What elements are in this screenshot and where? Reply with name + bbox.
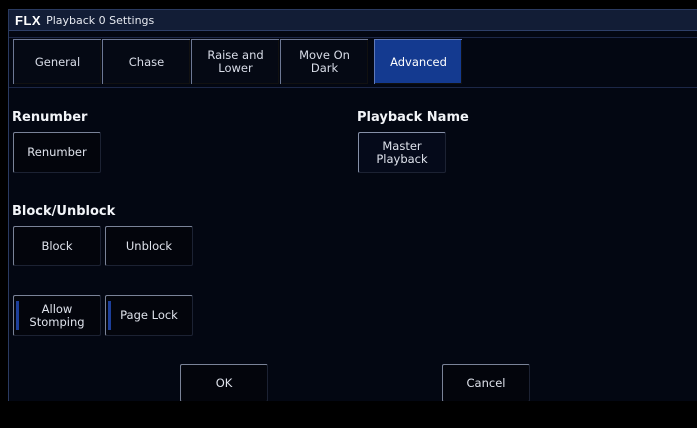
window-title: Playback 0 Settings bbox=[46, 13, 155, 27]
tab-chase[interactable]: Chase bbox=[102, 39, 190, 84]
tab-bar: General Chase Raise and Lower Move On Da… bbox=[9, 37, 697, 88]
unblock-button[interactable]: Unblock bbox=[105, 226, 193, 266]
tab-move-on-dark[interactable]: Move On Dark bbox=[280, 39, 368, 84]
block-button[interactable]: Block bbox=[13, 226, 101, 266]
tab-raise-and-lower[interactable]: Raise and Lower bbox=[191, 39, 279, 84]
allow-stomping-toggle[interactable]: Allow Stomping bbox=[13, 295, 101, 336]
bottom-strip bbox=[0, 401, 697, 428]
cancel-button[interactable]: Cancel bbox=[442, 364, 530, 402]
playback-name-heading: Playback Name bbox=[357, 110, 469, 125]
page-lock-toggle[interactable]: Page Lock bbox=[105, 295, 193, 336]
settings-window: FLX Playback 0 Settings General Chase Ra… bbox=[8, 9, 697, 402]
ok-button[interactable]: OK bbox=[180, 364, 268, 402]
renumber-button[interactable]: Renumber bbox=[13, 132, 101, 173]
playback-name-button[interactable]: Master Playback bbox=[358, 132, 446, 173]
flx-logo: FLX bbox=[15, 12, 42, 28]
tab-advanced[interactable]: Advanced bbox=[374, 39, 462, 84]
block-unblock-heading: Block/Unblock bbox=[12, 204, 116, 219]
title-bar: FLX Playback 0 Settings bbox=[9, 10, 697, 31]
renumber-heading: Renumber bbox=[12, 110, 88, 125]
tab-general[interactable]: General bbox=[13, 39, 101, 84]
